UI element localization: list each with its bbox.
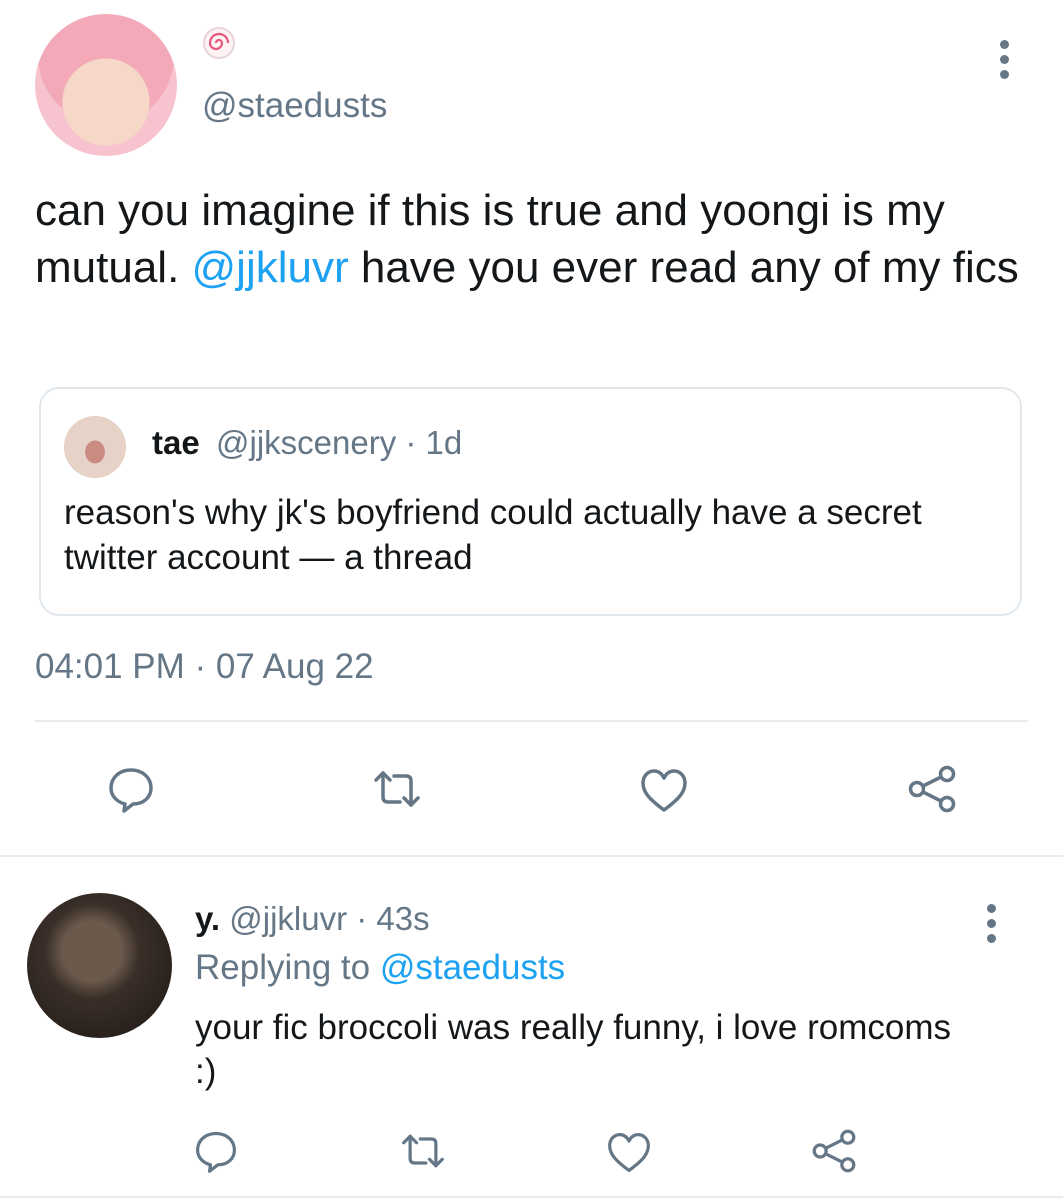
replying-to-link[interactable]: @staedusts: [380, 948, 565, 987]
tweet-timestamp: 04:01 PM · 07 Aug 22: [35, 647, 374, 686]
share-icon[interactable]: [907, 764, 957, 814]
reply-text: your fic broccoli was really funny, i lo…: [195, 1008, 951, 1091]
author-handle[interactable]: @staedusts: [202, 86, 387, 126]
quoted-author-name: tae: [152, 424, 200, 461]
replying-to-label: Replying to: [195, 948, 380, 987]
fishcake-emoji-icon: [203, 27, 235, 59]
reply-header: y. @jjkluvr · 43s: [195, 900, 430, 938]
like-heart-icon[interactable]: [606, 1130, 652, 1176]
reply-more-options-icon[interactable]: [979, 904, 1003, 944]
share-icon[interactable]: [811, 1128, 857, 1174]
mention-link[interactable]: @jjkluvr: [192, 243, 349, 292]
divider: [35, 720, 1028, 722]
quoted-author-handle: @jjkscenery · 1d: [216, 424, 463, 461]
reply-author-handle: @jjkluvr · 43s: [220, 900, 430, 937]
divider: [0, 1196, 1063, 1198]
quoted-author-avatar: [64, 416, 126, 478]
more-options-icon[interactable]: [992, 40, 1016, 80]
reply-author-name[interactable]: y.: [195, 900, 220, 937]
reply-author-avatar[interactable]: [27, 893, 172, 1038]
reply-icon[interactable]: [193, 1128, 239, 1174]
divider: [0, 855, 1063, 857]
quoted-tweet-text: reason's why jk's boyfriend could actual…: [64, 493, 922, 577]
replying-to-line: Replying to @staedusts: [195, 948, 565, 988]
retweet-icon[interactable]: [400, 1128, 446, 1174]
tweet-text-part: have you ever read any of my fics: [348, 243, 1019, 292]
reply-icon[interactable]: [106, 764, 156, 814]
tweet-text: can you imagine if this is true and yoon…: [35, 182, 1025, 296]
like-heart-icon[interactable]: [639, 766, 689, 816]
author-avatar[interactable]: [35, 14, 177, 156]
retweet-icon[interactable]: [372, 764, 422, 814]
